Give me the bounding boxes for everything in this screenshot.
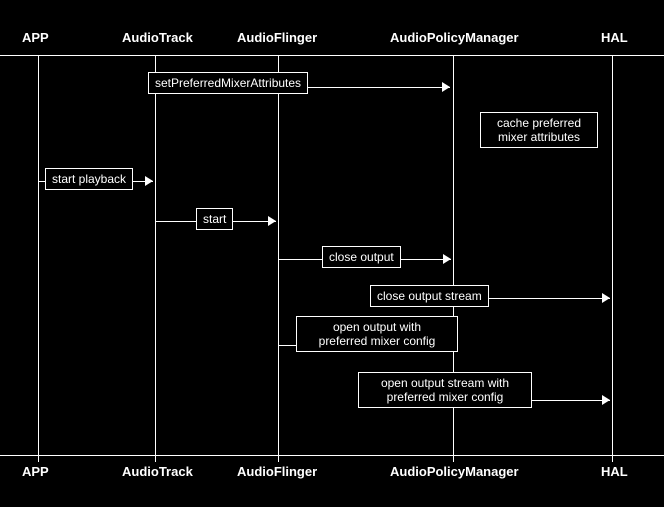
message-cache-preferred: cache preferredmixer attributes (480, 112, 598, 148)
message-set-preferred-mixer: setPreferredMixerAttributes (148, 72, 308, 94)
message-close-output-stream: close output stream (370, 285, 489, 307)
lane-label-app-bottom: APP (18, 462, 53, 481)
lane-label-audioflinger-top: AudioFlinger (233, 28, 321, 47)
message-start-playback: start playback (45, 168, 133, 190)
arrowhead-start (268, 216, 276, 226)
message-close-output: close output (322, 246, 401, 268)
divider-bottom (0, 455, 664, 456)
arrowhead-close-output (443, 254, 451, 264)
lane-label-app-top: APP (18, 28, 53, 47)
lane-label-hal-top: HAL (597, 28, 632, 47)
lifeline-app (38, 55, 39, 462)
lane-label-audiopolicymanager-bottom: AudioPolicyManager (386, 462, 523, 481)
message-start: start (196, 208, 233, 230)
arrowhead-start-playback (145, 176, 153, 186)
arrowhead-set-preferred (442, 82, 450, 92)
lane-label-audiopolicymanager-top: AudioPolicyManager (386, 28, 523, 47)
lane-label-audiotrack-top: AudioTrack (118, 28, 197, 47)
arrowhead-close-output-stream (602, 293, 610, 303)
lifeline-hal (612, 55, 613, 462)
message-open-output-stream-preferred: open output stream withpreferred mixer c… (358, 372, 532, 408)
lane-label-audioflinger-bottom: AudioFlinger (233, 462, 321, 481)
message-open-output-preferred: open output withpreferred mixer config (296, 316, 458, 352)
arrowhead-open-output-stream-preferred (602, 395, 610, 405)
lane-label-audiotrack-bottom: AudioTrack (118, 462, 197, 481)
lifeline-audiotrack (155, 55, 156, 462)
divider-top (0, 55, 664, 56)
lane-label-hal-bottom: HAL (597, 462, 632, 481)
